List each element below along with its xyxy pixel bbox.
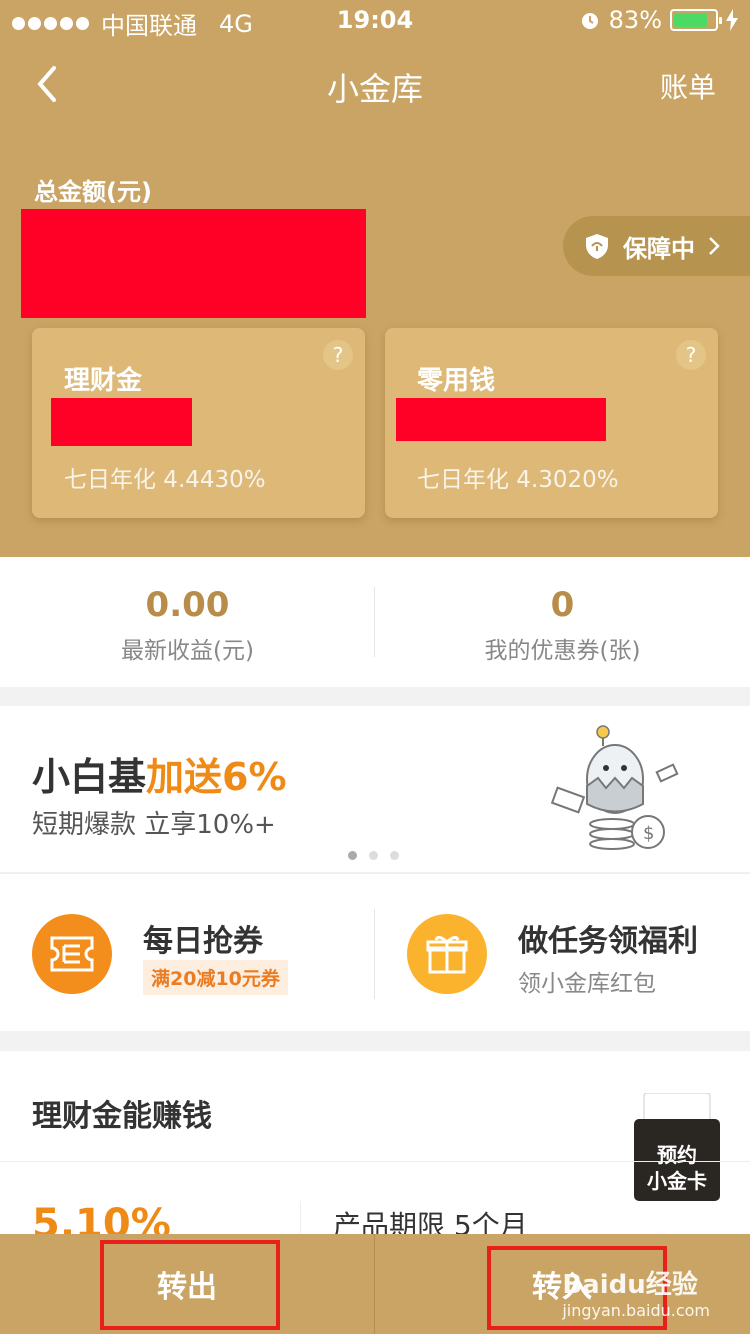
banner-headline: 小白基加送6%	[32, 746, 287, 801]
guarantee-button[interactable]: 保障中	[563, 216, 750, 276]
mascot-egg-icon: $	[550, 725, 679, 850]
chevron-right-icon	[709, 237, 720, 255]
card-amount-redacted	[396, 398, 606, 441]
my-coupons[interactable]: 0 我的优惠券(张)	[375, 557, 750, 687]
card-amount-redacted	[51, 398, 192, 446]
bill-button[interactable]: 账单	[660, 66, 716, 106]
nav-bar: 小金库 账单	[0, 50, 750, 120]
task-reward-entry[interactable]: 做任务领福利 领小金库红包	[375, 874, 750, 1032]
latest-earnings[interactable]: 0.00 最新收益(元)	[0, 557, 375, 687]
pager-dot	[390, 851, 399, 860]
card-name: 零用钱	[417, 366, 496, 396]
card-rate: 七日年化 4.4430%	[64, 467, 266, 493]
promo-row: 每日抢券 满20减10元券 做任务领福利 领小金库红包	[0, 873, 750, 1031]
status-bar: 中国联通 4G 19:04 83%	[0, 0, 750, 40]
total-amount-label: 总金额(元)	[34, 178, 152, 206]
pager-dot	[348, 851, 357, 860]
banner-subtitle: 短期爆款 立享10%+	[32, 810, 276, 840]
stats-row: 0.00 最新收益(元) 0 我的优惠券(张)	[0, 557, 750, 687]
battery-percent: 83%	[608, 6, 662, 34]
card-rate: 七日年化 4.3020%	[417, 467, 619, 493]
watermark-brand: Baidu经验	[562, 1270, 698, 1300]
shield-icon	[586, 234, 608, 259]
promo-banner[interactable]: 小白基加送6% 短期爆款 立享10%+ $	[0, 706, 750, 872]
reserve-card-badge[interactable]: 预约 小金卡	[634, 1092, 720, 1201]
banner-headline-main: 小白基	[32, 755, 147, 799]
guarantee-label: 保障中	[623, 234, 695, 263]
card-name: 理财金	[64, 366, 143, 396]
bottom-action-bar: 转出 转入 Baidu经验 jingyan.baidu.com	[0, 1234, 750, 1334]
daily-coupon-entry[interactable]: 每日抢券 满20减10元券	[0, 874, 375, 1032]
stat-value: 0.00	[145, 585, 230, 625]
coupon-icon	[32, 914, 112, 994]
page-title: 小金库	[326, 70, 423, 108]
section-title: 理财金能赚钱	[32, 1099, 212, 1134]
pager-dot	[369, 851, 378, 860]
highlight-box	[100, 1240, 280, 1330]
card-wealth[interactable]: ? 理财金 七日年化 4.4430%	[32, 328, 365, 518]
watermark: Baidu经验 jingyan.baidu.com	[562, 1264, 710, 1320]
stat-value: 0	[550, 585, 575, 625]
promo-title: 做任务领福利	[518, 924, 698, 959]
banner-pager	[348, 851, 399, 860]
banner-headline-accent: 加送6%	[146, 755, 287, 799]
charging-icon	[726, 9, 738, 31]
svg-text:$: $	[643, 823, 654, 844]
coupon-tag: 满20减10元券	[143, 960, 288, 995]
total-amount-redacted	[21, 209, 366, 318]
badge-line2: 小金卡	[647, 1169, 707, 1193]
stat-label: 最新收益(元)	[121, 638, 254, 664]
alarm-icon	[581, 13, 598, 29]
gift-icon	[407, 914, 487, 994]
watermark-url: jingyan.baidu.com	[562, 1301, 710, 1320]
promo-title: 每日抢券	[143, 924, 263, 959]
battery-icon	[670, 9, 722, 31]
promo-subtitle: 领小金库红包	[518, 971, 656, 997]
card-pocket-money[interactable]: ? 零用钱 七日年化 4.3020%	[385, 328, 718, 518]
divider	[0, 1161, 750, 1162]
help-icon[interactable]: ?	[323, 340, 353, 370]
stat-label: 我的优惠券(张)	[484, 638, 641, 664]
help-icon[interactable]: ?	[676, 340, 706, 370]
badge-line1: 预约	[657, 1143, 697, 1167]
